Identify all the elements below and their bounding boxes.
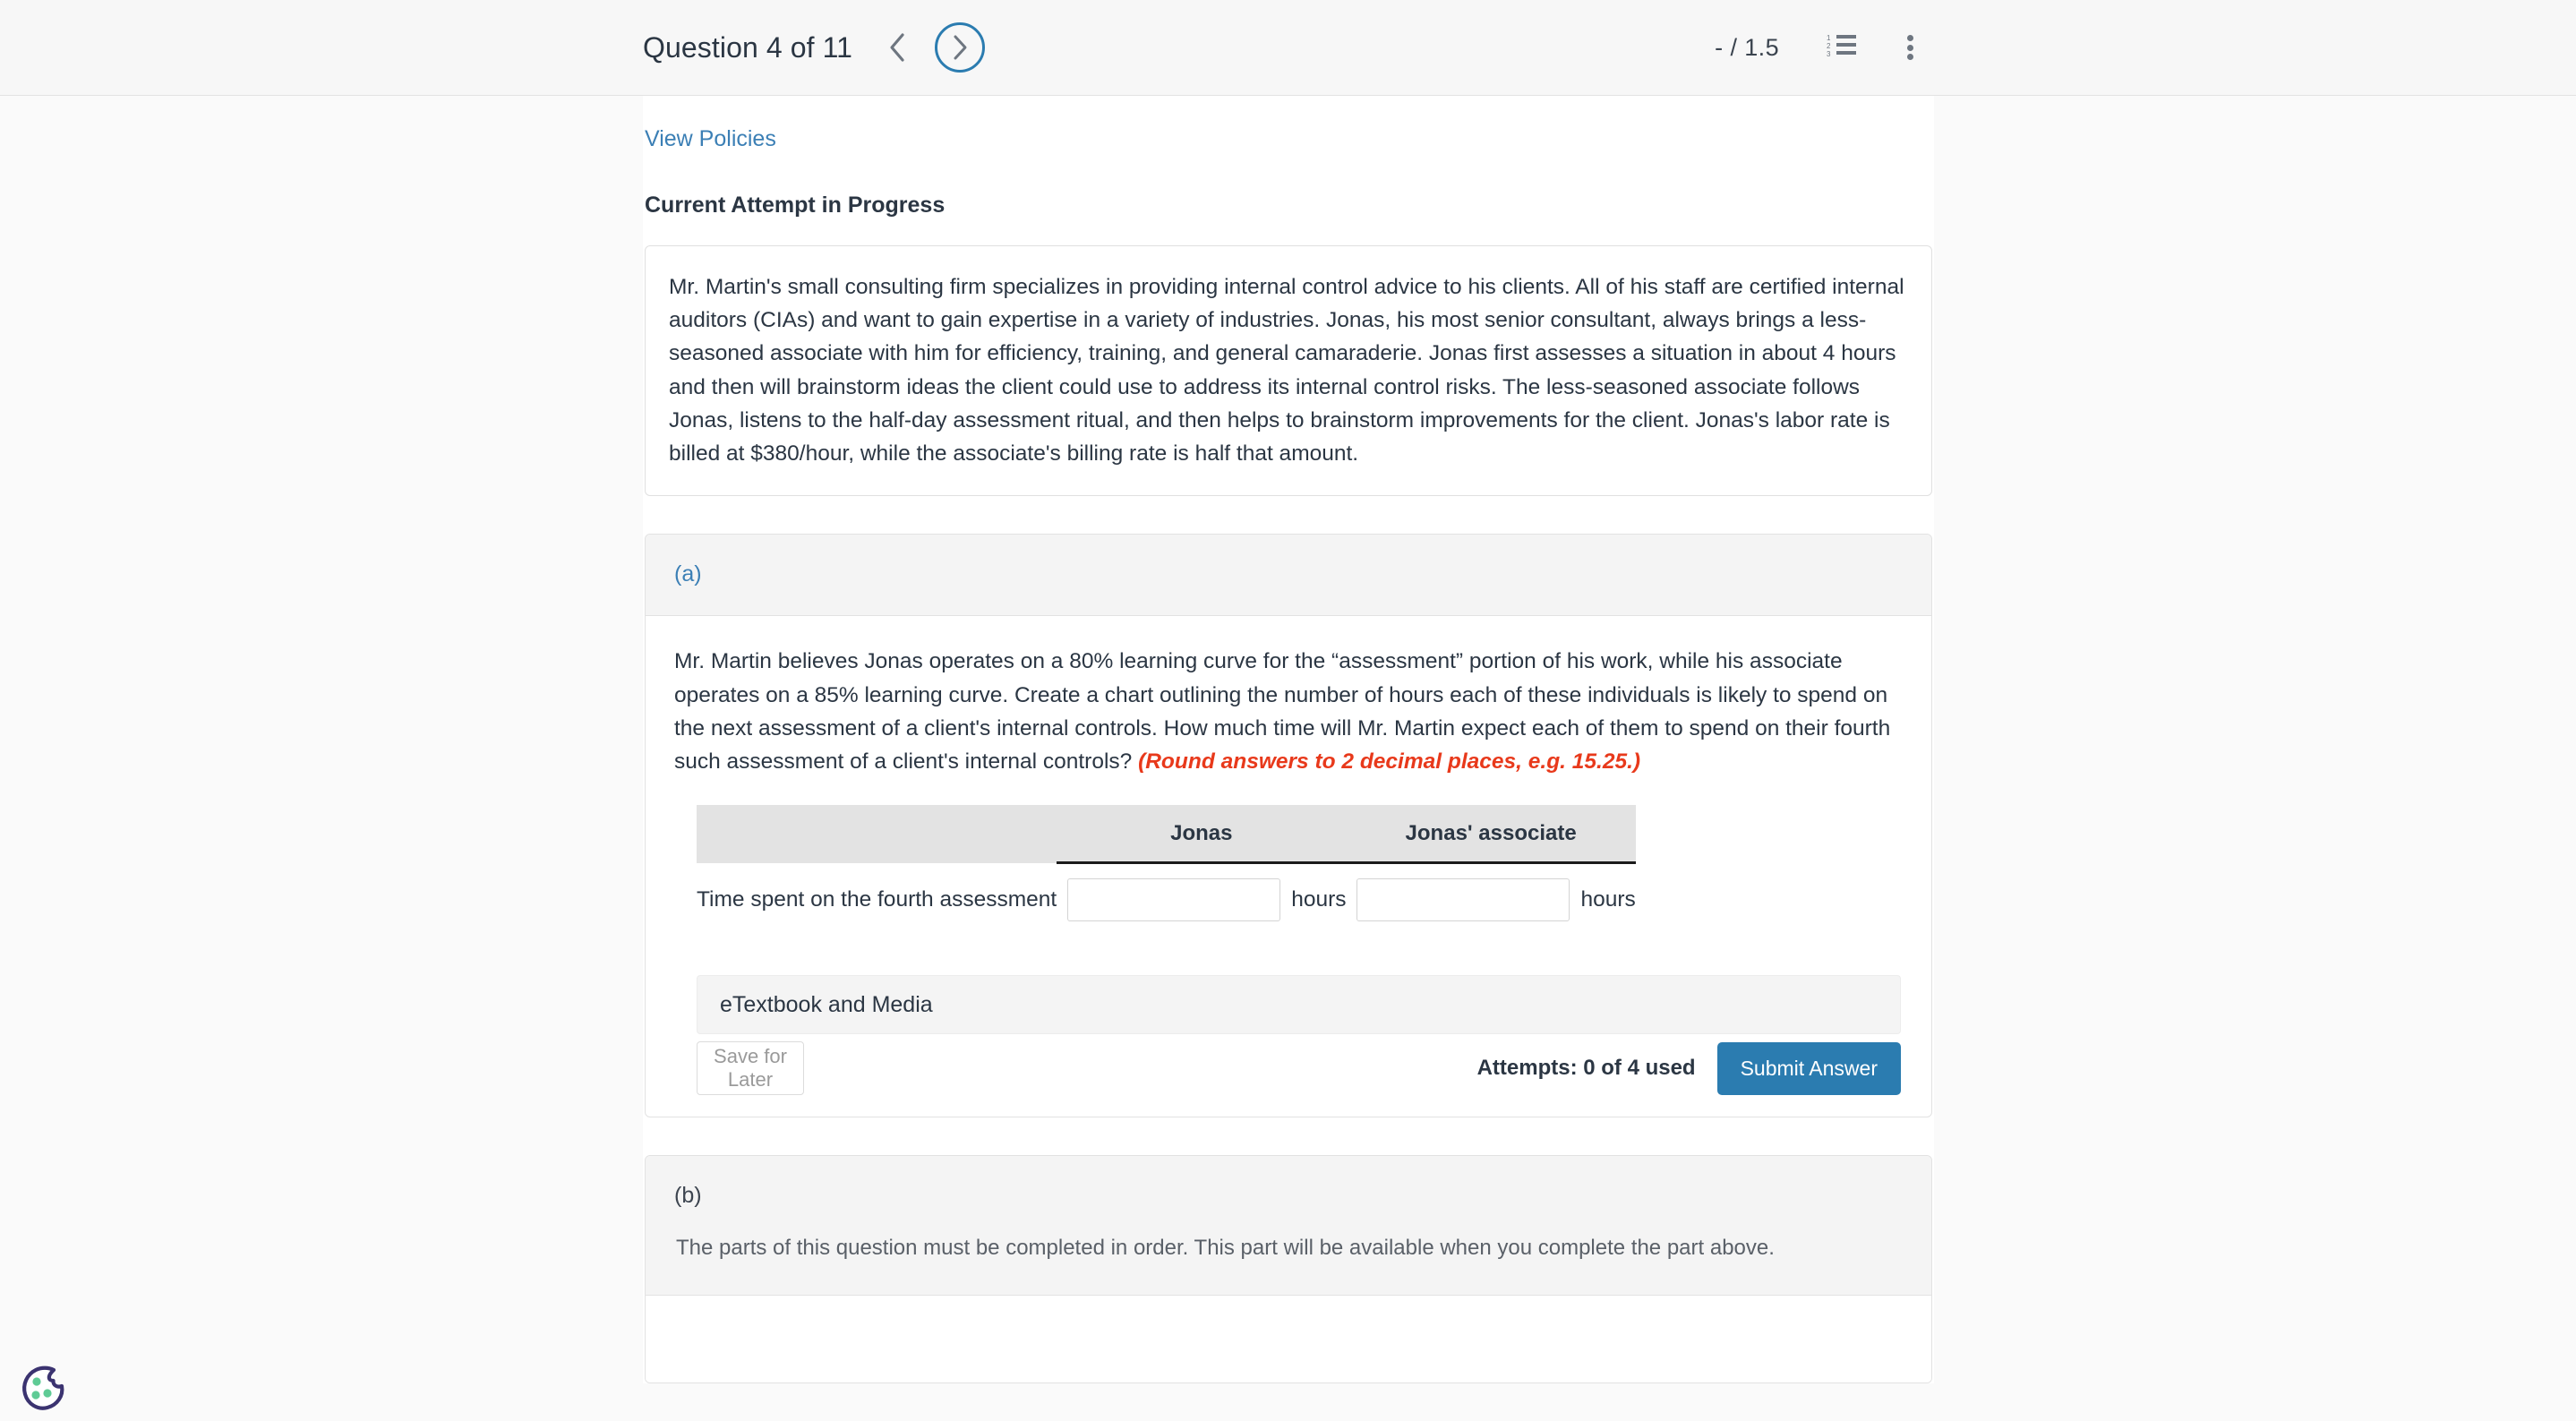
view-policies-link[interactable]: View Policies [645, 126, 776, 152]
page-title: Question 4 of 11 [643, 30, 853, 64]
question-toolbar: Question 4 of 11 - / 1.5 1 2 3 [0, 0, 2576, 96]
part-b-body: (b) The parts of this question must be c… [646, 1156, 1931, 1296]
answer-table-head: Jonas Jonas' associate [697, 805, 1636, 865]
cookie-consent-button[interactable] [15, 1361, 71, 1417]
more-options-button[interactable] [1887, 24, 1933, 71]
answer-table-header-row: Jonas Jonas' associate [697, 805, 1636, 865]
part-b-card: (b) The parts of this question must be c… [645, 1155, 1932, 1384]
svg-text:2: 2 [1827, 42, 1831, 50]
rounding-instruction: (Round answers to 2 decimal places, e.g.… [1138, 749, 1641, 775]
submit-group: Attempts: 0 of 4 used Submit Answer [1476, 1041, 1901, 1095]
answer-table: Jonas Jonas' associate Time spent on the… [697, 805, 1636, 937]
associate-hours-input[interactable] [1356, 878, 1570, 922]
next-question-button[interactable] [935, 22, 986, 73]
column-header-jonas-associate: Jonas' associate [1346, 805, 1636, 865]
scenario-card: Mr. Martin's small consulting firm speci… [645, 245, 1932, 497]
toolbar-right-group: - / 1.5 1 2 3 [1715, 24, 1933, 71]
part-b-label: (b) [674, 1183, 702, 1209]
submit-answer-button[interactable]: Submit Answer [1716, 1041, 1901, 1095]
cookie-consent-icon [15, 1365, 71, 1420]
table-row: Time spent on the fourth assessment hour… [697, 863, 1636, 938]
kebab-menu-icon [1906, 32, 1913, 64]
jonas-hours-input[interactable] [1067, 878, 1281, 922]
part-b-locked-message: The parts of this question must be compl… [676, 1236, 1775, 1261]
part-a-actions: Save for Later Attempts: 0 of 4 used Sub… [697, 1041, 1901, 1117]
chevron-left-icon [887, 32, 907, 63]
attempts-counter: Attempts: 0 of 4 used [1476, 1056, 1696, 1081]
toolbar-left-group: Question 4 of 11 [643, 22, 986, 73]
chevron-right-icon [951, 34, 969, 61]
row-label-fourth-assessment: Time spent on the fourth assessment [697, 886, 1057, 912]
jonas-unit-label: hours [1291, 887, 1347, 912]
score-display: - / 1.5 [1715, 33, 1779, 61]
part-b-footer [646, 1295, 1931, 1383]
part-a-header: (a) [646, 535, 1931, 617]
question-list-button[interactable]: 1 2 3 [1819, 24, 1865, 71]
part-a-label: (a) [674, 561, 702, 587]
associate-answer-cell: hours [1346, 863, 1636, 938]
part-a-card: (a) Mr. Martin believes Jonas operates o… [645, 534, 1932, 1118]
svg-text:3: 3 [1827, 50, 1831, 58]
numbered-list-icon: 1 2 3 [1827, 33, 1857, 63]
etextbook-and-media-bar[interactable]: eTextbook and Media [697, 975, 1901, 1035]
answer-table-body: Time spent on the fourth assessment hour… [697, 863, 1636, 938]
svg-text:1: 1 [1827, 34, 1831, 42]
column-header-jonas: Jonas [1057, 805, 1347, 865]
part-a-question-text: Mr. Martin believes Jonas operates on a … [674, 645, 1896, 778]
assignment-content-panel: View Policies Current Attempt in Progres… [643, 96, 1934, 1384]
associate-unit-label: hours [1580, 887, 1636, 912]
column-header-blank [697, 805, 1057, 863]
save-for-later-button[interactable]: Save for Later [697, 1041, 804, 1096]
previous-question-button[interactable] [872, 22, 922, 73]
jonas-answer-cell: hours [1057, 863, 1346, 938]
current-attempt-heading: Current Attempt in Progress [645, 193, 946, 218]
part-a-body: Mr. Martin believes Jonas operates on a … [646, 616, 1931, 1117]
scenario-text: Mr. Martin's small consulting firm speci… [669, 275, 1904, 467]
